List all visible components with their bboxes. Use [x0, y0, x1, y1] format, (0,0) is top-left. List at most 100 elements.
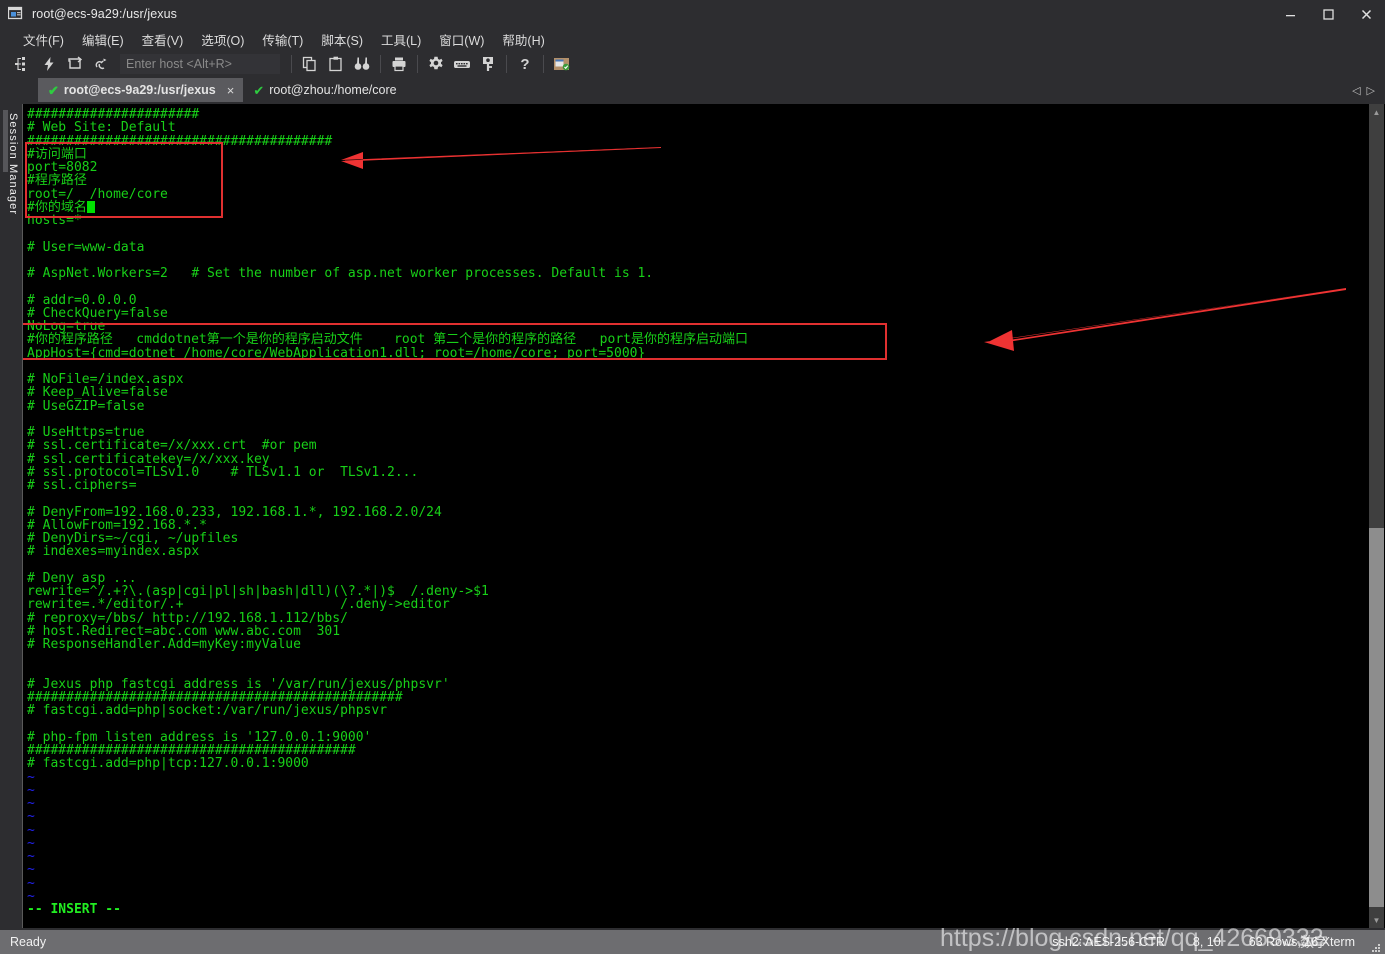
- toolbar-divider: [291, 55, 292, 73]
- terminal-line: rewrite=.*/editor/.+ /.deny->editor: [27, 597, 450, 613]
- key-icon[interactable]: [477, 53, 499, 75]
- terminal-line: # addr=0.0.0.0: [27, 292, 137, 308]
- tab-root-ecs-9a29[interactable]: ✔ root@ecs-9a29:/usr/jexus ×: [38, 78, 244, 102]
- status-bar: Ready ssh2: AES-256-CTR 8, 10 63 Rows, 1…: [0, 924, 1385, 954]
- terminal-line: root=/ /home/core: [27, 186, 168, 202]
- terminal-line: # ResponseHandler.Add=myKey:myValue: [27, 637, 301, 652]
- menu-bar: 文件(F) 编辑(E) 查看(V) 选项(O) 传输(T) 脚本(S) 工具(L…: [0, 29, 1385, 50]
- terminal-line: AppHost={cmd=dotnet /home/core/WebApplic…: [27, 345, 646, 361]
- terminal-line: # ssl.certificatekey=/x/xxx.key: [27, 451, 270, 467]
- terminal-tilde-line: ~: [27, 888, 35, 904]
- terminal-tilde-line: ~: [27, 862, 35, 878]
- terminal-screen[interactable]: ###################### # Web Site: Defaul…: [23, 104, 1367, 928]
- terminal-line: ######################: [27, 107, 200, 122]
- minimize-button[interactable]: [1271, 0, 1309, 28]
- terminal-line: #######################################: [27, 133, 333, 149]
- keymap-icon[interactable]: [451, 53, 473, 75]
- copy-icon[interactable]: [299, 53, 321, 75]
- capture-icon[interactable]: [551, 53, 573, 75]
- status-terminal-size: 63 Rows, 16 Xterm: [1248, 935, 1355, 949]
- settings-icon[interactable]: [425, 53, 447, 75]
- terminal-scrollbar[interactable]: ▲ ▼: [1367, 104, 1385, 928]
- terminal-mode-line: -- INSERT --: [27, 902, 121, 917]
- terminal-tilde-line: ~: [27, 769, 35, 785]
- terminal-line: # DenyDirs=~/cgi, ~/upfiles: [27, 531, 239, 546]
- menu-script[interactable]: 脚本(S): [312, 28, 372, 51]
- host-input[interactable]: [120, 54, 280, 74]
- print-icon[interactable]: [388, 53, 410, 75]
- terminal-line: port=8082: [27, 160, 98, 175]
- terminal-line: # CheckQuery=false: [27, 305, 168, 321]
- terminal-tilde-line: ~: [27, 809, 35, 825]
- session-manager-label: Session Manager: [7, 113, 19, 216]
- connected-check-icon: ✔: [48, 82, 59, 98]
- terminal-line: # ssl.protocol=TLSv1.0 # TLSv1.1 or TLSv…: [27, 464, 419, 480]
- tab-label: root@zhou:/home/core: [269, 83, 397, 97]
- terminal-line: # ssl.certificate=/x/xxx.crt #or pem: [27, 438, 317, 454]
- connected-check-icon: ✔: [253, 82, 265, 98]
- toolbar-divider: [506, 55, 507, 73]
- tab-prev-icon[interactable]: ◁: [1352, 84, 1360, 97]
- find-icon[interactable]: [351, 53, 373, 75]
- scroll-down-button[interactable]: ▼: [1369, 912, 1384, 928]
- terminal-line: # NoFile=/index.aspx: [27, 372, 184, 387]
- tab-root-zhou[interactable]: ✔ root@zhou:/home/core: [243, 78, 402, 102]
- terminal-line: # Keep_Alive=false: [27, 385, 168, 401]
- menu-options[interactable]: 选项(O): [192, 28, 253, 51]
- reconnect-icon[interactable]: [64, 53, 86, 75]
- tab-close-icon[interactable]: ×: [224, 83, 238, 98]
- terminal-line: #你的域名: [27, 200, 1367, 214]
- scrollbar-thumb[interactable]: [1369, 528, 1384, 908]
- securecrt-window: root@ecs-9a29:/usr/jexus 文件(F) 编辑(E) 查看(…: [0, 0, 1385, 954]
- terminal-tilde-line: ~: [27, 796, 35, 811]
- tab-scroll-controls: ◁ ▷: [1352, 78, 1381, 102]
- rail-drag-handle[interactable]: [3, 110, 8, 172]
- new-session-icon[interactable]: [12, 53, 34, 75]
- resize-grip[interactable]: [1369, 935, 1383, 952]
- terminal-tilde-line: ~: [27, 835, 35, 851]
- quick-connect-icon[interactable]: [38, 53, 60, 75]
- terminal-line: #程序路径: [27, 173, 87, 189]
- menu-file[interactable]: 文件(F): [14, 28, 73, 51]
- terminal-line: rewrite=^/.+?\.(asp|cgi|pl|sh|bash|dll)(…: [27, 584, 489, 599]
- menu-view[interactable]: 查看(V): [133, 28, 193, 51]
- terminal-line: # reproxy=/bbs/ http://192.168.1.112/bbs…: [27, 610, 348, 626]
- disconnect-icon[interactable]: [90, 53, 112, 75]
- terminal-line: #访问端口: [27, 146, 87, 162]
- terminal-line: # User=www-data: [27, 239, 145, 255]
- menu-help[interactable]: 帮助(H): [493, 28, 553, 51]
- paste-icon[interactable]: [325, 53, 347, 75]
- menu-transfer[interactable]: 传输(T): [253, 28, 312, 51]
- scroll-up-button[interactable]: ▲: [1369, 104, 1384, 120]
- tab-next-icon[interactable]: ▷: [1367, 84, 1375, 97]
- close-button[interactable]: [1347, 0, 1385, 28]
- terminal-line: #你的程序路径 cmddotnet第一个是你的程序启动文件 root 第二个是你…: [27, 332, 748, 348]
- main-area: Session Manager ###################### # …: [0, 102, 1385, 930]
- session-manager-rail[interactable]: Session Manager: [0, 102, 22, 930]
- status-ready: Ready: [10, 935, 47, 949]
- tab-label: root@ecs-9a29:/usr/jexus: [63, 83, 216, 97]
- terminal-line: # Jexus php fastcgi address is '/var/run…: [27, 676, 450, 692]
- terminal-tilde-line: ~: [27, 849, 35, 864]
- terminal-cursor: [86, 200, 95, 213]
- toolbar-divider: [417, 55, 418, 73]
- terminal-line: # fastcgi.add=php|tcp:127.0.0.1:9000: [27, 756, 309, 772]
- menu-tools[interactable]: 工具(L): [372, 28, 430, 51]
- terminal-line: # fastcgi.add=php|socket:/var/run/jexus/…: [27, 703, 388, 719]
- toolbar-divider: [380, 55, 381, 73]
- help-icon[interactable]: ?: [514, 53, 536, 75]
- status-cursor-position: 8, 10: [1192, 935, 1221, 949]
- terminal-line: # AspNet.Workers=2 # Set the number of a…: [27, 266, 654, 281]
- maximize-button[interactable]: [1309, 0, 1347, 28]
- terminal-line: # Deny asp ...: [27, 570, 137, 586]
- menu-edit[interactable]: 编辑(E): [73, 28, 133, 51]
- menu-window[interactable]: 窗口(W): [430, 28, 493, 51]
